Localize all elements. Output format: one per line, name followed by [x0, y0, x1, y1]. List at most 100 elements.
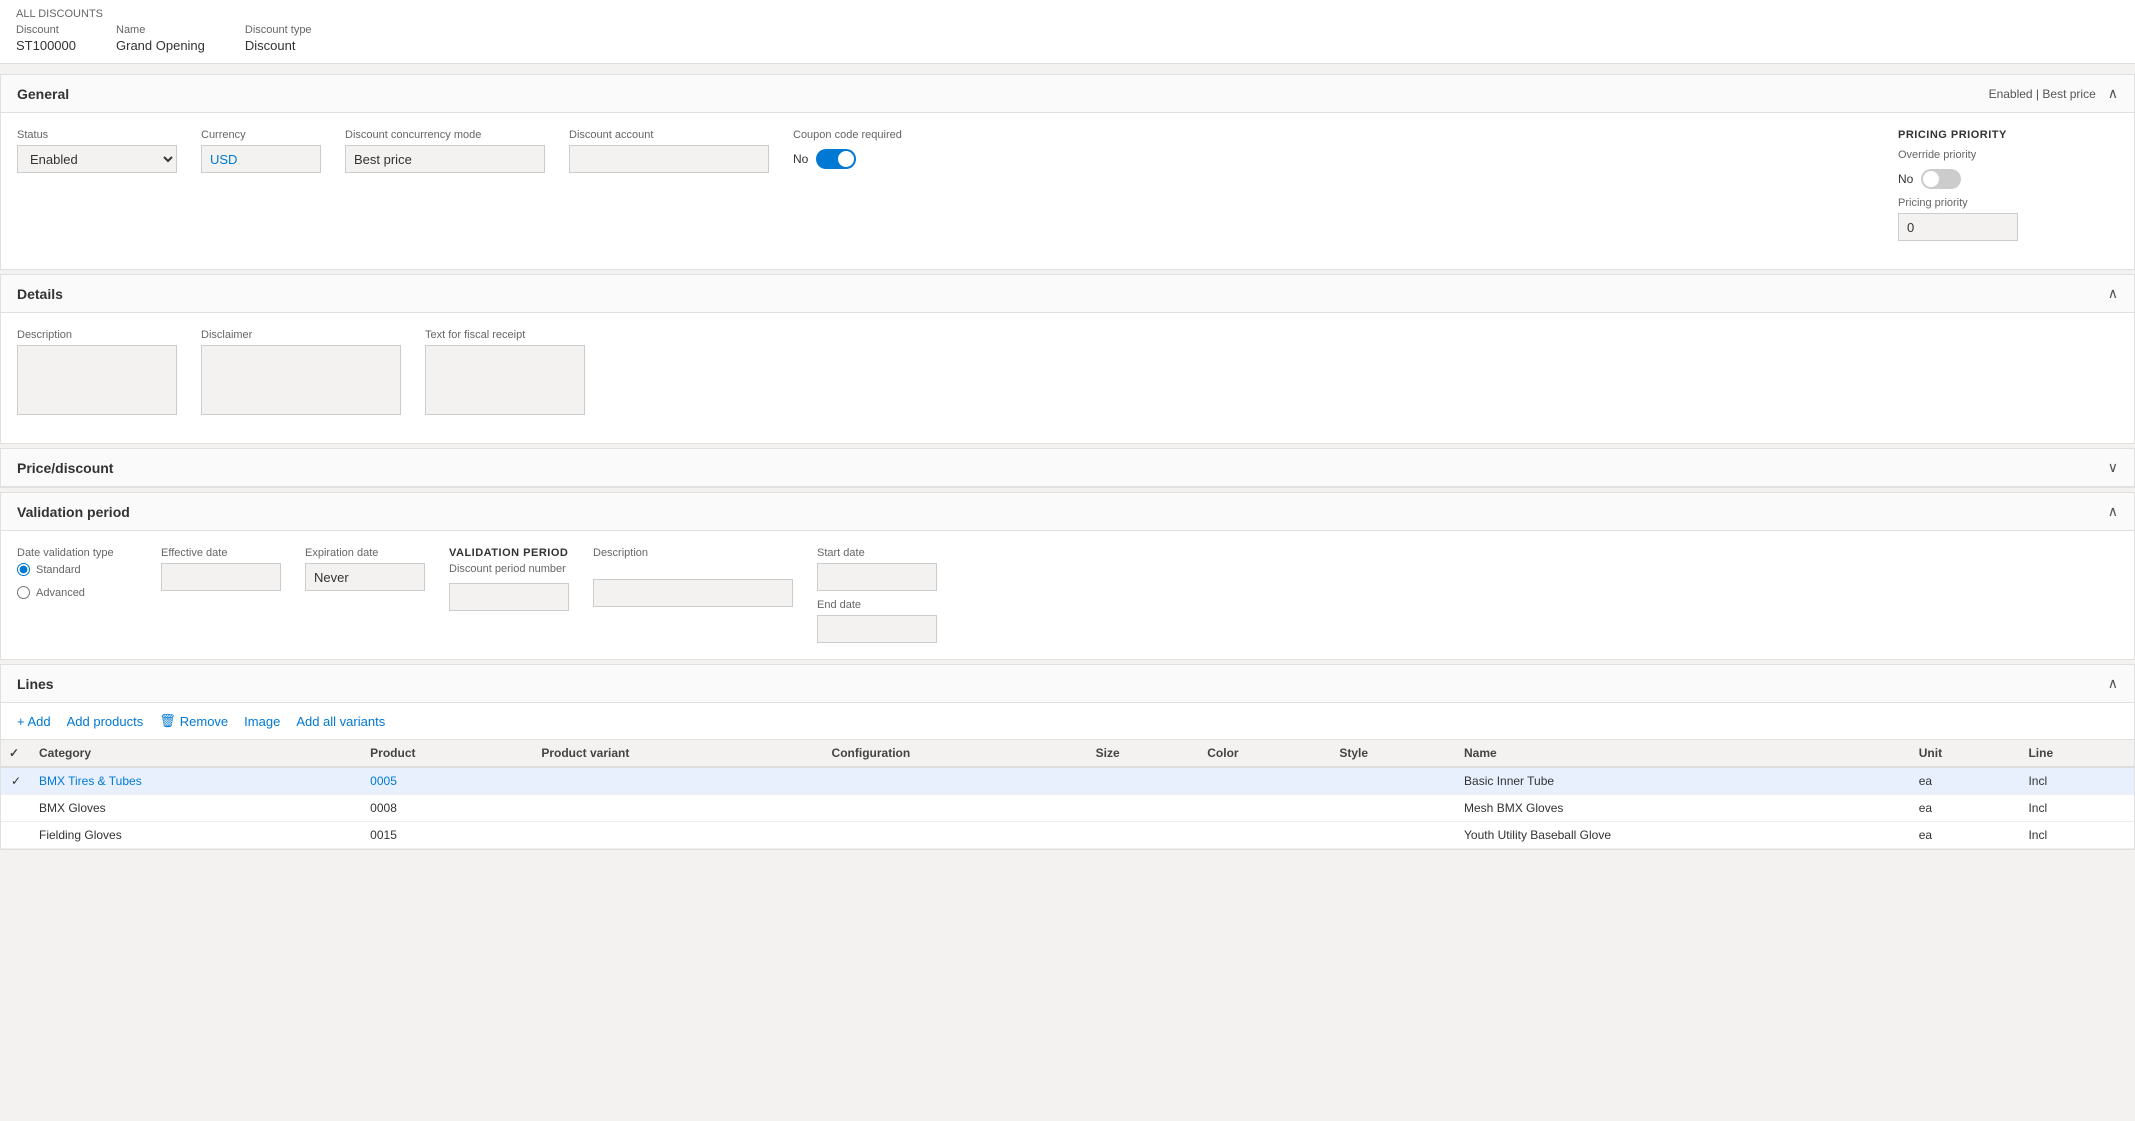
- effective-date-input[interactable]: [161, 563, 281, 591]
- row-line: Incl: [2020, 767, 2134, 795]
- fiscal-textarea[interactable]: [425, 345, 585, 415]
- row-line: Incl: [2020, 822, 2134, 849]
- details-section-header[interactable]: Details ∧: [1, 275, 2134, 313]
- advanced-radio[interactable]: [17, 586, 30, 599]
- account-label: Discount account: [569, 129, 769, 141]
- details-form-row: Description Disclaimer Text for fiscal r…: [17, 329, 2118, 415]
- price-discount-header[interactable]: Price/discount ∨: [1, 449, 2134, 487]
- pricing-priority-input[interactable]: [1898, 213, 2018, 241]
- lines-section: Lines ∧ + Add Add products 🗑 Remove Imag…: [0, 664, 2135, 850]
- currency-label: Currency: [201, 129, 321, 141]
- account-input[interactable]: [569, 145, 769, 173]
- table-row[interactable]: ✓ BMX Tires & Tubes 0005 Basic Inner Tub…: [1, 767, 2134, 795]
- row-unit: ea: [1911, 795, 2021, 822]
- start-end-date-group: Start date End date: [817, 547, 937, 643]
- currency-group: Currency: [201, 129, 321, 173]
- lines-table-body: ✓ BMX Tires & Tubes 0005 Basic Inner Tub…: [1, 767, 2134, 849]
- row-style: [1331, 822, 1456, 849]
- vp-description-group: Description: [593, 547, 793, 643]
- row-product-variant: [533, 795, 823, 822]
- add-all-variants-button[interactable]: Add all variants: [296, 714, 385, 729]
- row-name: Mesh BMX Gloves: [1456, 795, 1911, 822]
- row-product-variant: [533, 822, 823, 849]
- add-products-button[interactable]: Add products: [67, 714, 144, 729]
- pricing-priority-label: Pricing priority: [1898, 197, 2118, 209]
- standard-label: Standard: [36, 564, 81, 576]
- pricing-priority-section: PRICING PRIORITY Override priority No Pr…: [1898, 129, 2118, 241]
- header-name-value: Grand Opening: [116, 38, 205, 53]
- row-style: [1331, 767, 1456, 795]
- standard-radio[interactable]: [17, 563, 30, 576]
- table-row[interactable]: Fielding Gloves 0015 Youth Utility Baseb…: [1, 822, 2134, 849]
- general-body: Status Enabled Disabled Currency Discoun…: [1, 113, 2134, 269]
- add-button[interactable]: + Add: [17, 714, 51, 729]
- row-unit: ea: [1911, 767, 2021, 795]
- remove-button[interactable]: 🗑 Remove: [159, 713, 228, 729]
- table-row[interactable]: BMX Gloves 0008 Mesh BMX Gloves ea Incl: [1, 795, 2134, 822]
- lines-table-header: ✓ Category Product Product variant Confi…: [1, 740, 2134, 767]
- image-button[interactable]: Image: [244, 714, 280, 729]
- breadcrumb: ALL DISCOUNTS: [16, 8, 2119, 20]
- lines-table: ✓ Category Product Product variant Confi…: [1, 740, 2134, 849]
- row-unit: ea: [1911, 822, 2021, 849]
- col-check: ✓: [1, 740, 31, 767]
- row-product: 0008: [362, 795, 533, 822]
- page-header: ALL DISCOUNTS Discount ST100000 Name Gra…: [0, 0, 2135, 64]
- advanced-radio-item[interactable]: Advanced: [17, 586, 137, 599]
- coupon-toggle[interactable]: [816, 149, 856, 169]
- disclaimer-group: Disclaimer: [201, 329, 401, 415]
- end-date-label: End date: [817, 599, 937, 611]
- status-label: Status: [17, 129, 177, 141]
- description-group: Description: [17, 329, 177, 415]
- standard-radio-item[interactable]: Standard: [17, 563, 137, 576]
- expiration-date-input[interactable]: [305, 563, 425, 591]
- start-date-input[interactable]: [817, 563, 937, 591]
- expiration-date-group: Expiration date: [305, 547, 425, 643]
- row-category: BMX Tires & Tubes: [31, 767, 362, 795]
- validation-period-chevron-icon: ∧: [2108, 503, 2118, 520]
- date-validation-type-group: Date validation type Standard Advanced: [17, 547, 137, 643]
- validation-period-title: Validation period: [17, 504, 130, 520]
- header-name-label: Name: [116, 24, 205, 36]
- override-toggle-container: No: [1898, 169, 2118, 189]
- general-section-header[interactable]: General Enabled | Best price ∧: [1, 75, 2134, 113]
- currency-input[interactable]: [201, 145, 321, 173]
- col-category: Category: [31, 740, 362, 767]
- row-check[interactable]: ✓: [1, 767, 31, 795]
- lines-section-header[interactable]: Lines ∧: [1, 665, 2134, 703]
- details-title: Details: [17, 286, 63, 302]
- validation-period-header[interactable]: Validation period ∧: [1, 493, 2134, 531]
- lines-chevron-icon: ∧: [2108, 675, 2118, 692]
- end-date-input[interactable]: [817, 615, 937, 643]
- row-check[interactable]: [1, 822, 31, 849]
- validation-period-section: Validation period ∧ Date validation type…: [0, 492, 2135, 660]
- row-category: Fielding Gloves: [31, 822, 362, 849]
- override-toggle[interactable]: [1921, 169, 1961, 189]
- header-type-label: Discount type: [245, 24, 312, 36]
- override-group: Override priority No: [1898, 149, 2118, 189]
- price-discount-section: Price/discount ∨: [0, 448, 2135, 488]
- status-select[interactable]: Enabled Disabled: [17, 145, 177, 173]
- description-textarea[interactable]: [17, 345, 177, 415]
- row-size: [1088, 822, 1200, 849]
- vp-description-input[interactable]: [593, 579, 793, 607]
- fiscal-group: Text for fiscal receipt: [425, 329, 585, 415]
- lines-toolbar: + Add Add products 🗑 Remove Image Add al…: [1, 703, 2134, 740]
- effective-date-group: Effective date: [161, 547, 281, 643]
- pricing-priority-value-group: Pricing priority: [1898, 197, 2118, 241]
- concurrency-label: Discount concurrency mode: [345, 129, 545, 141]
- concurrency-input[interactable]: [345, 145, 545, 173]
- general-status-summary: Enabled | Best price: [1989, 87, 2096, 101]
- row-color: [1199, 767, 1331, 795]
- col-style: Style: [1331, 740, 1456, 767]
- coupon-label: Coupon code required: [793, 129, 913, 141]
- validation-period-body: Date validation type Standard Advanced: [1, 531, 2134, 659]
- content-area: General Enabled | Best price ∧ Status En…: [0, 64, 2135, 864]
- discount-period-number-input[interactable]: [449, 583, 569, 611]
- disclaimer-textarea[interactable]: [201, 345, 401, 415]
- row-check[interactable]: [1, 795, 31, 822]
- price-discount-title: Price/discount: [17, 460, 113, 476]
- header-type-value: Discount: [245, 38, 312, 53]
- row-product-variant: [533, 767, 823, 795]
- col-line: Line: [2020, 740, 2134, 767]
